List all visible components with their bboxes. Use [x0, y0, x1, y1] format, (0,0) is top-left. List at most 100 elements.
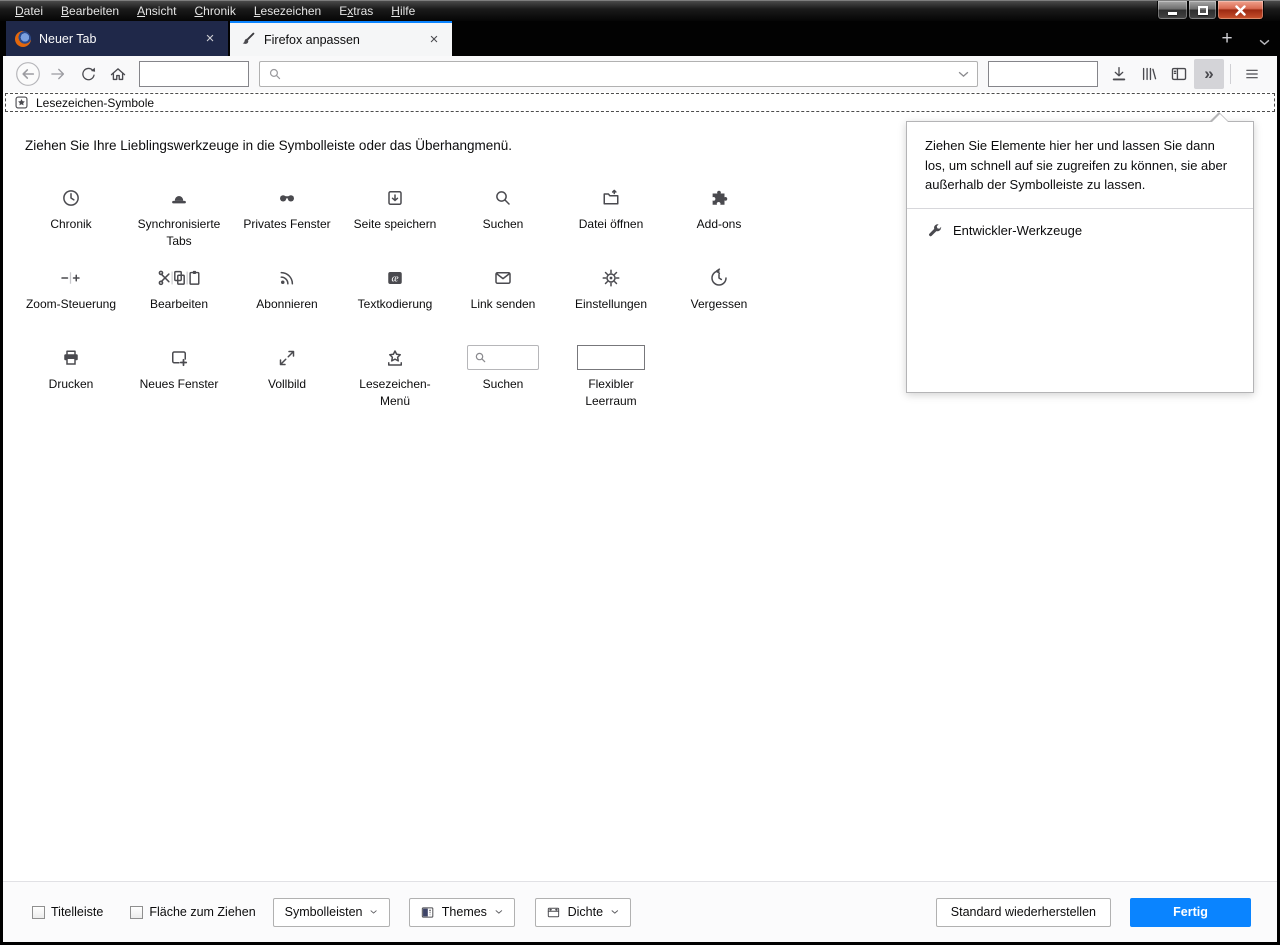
menu-bearbeiten[interactable]: Bearbeiten: [52, 2, 128, 20]
palette-item-seite-speichern[interactable]: Seite speichern: [341, 176, 449, 256]
palette-item-abonnieren[interactable]: Abonnieren: [233, 256, 341, 336]
overflow-menu-button[interactable]: [1194, 59, 1224, 89]
palette-item-datei-oeffnen[interactable]: Datei öffnen: [557, 176, 665, 256]
themes-dropdown[interactable]: Themes: [408, 897, 515, 927]
palette-item-chronik[interactable]: Chronik: [17, 176, 125, 256]
clock-icon: [61, 184, 81, 211]
svg-text:æ: æ: [391, 273, 398, 284]
bookmarks-toolbar: Lesezeichen-Symbole: [3, 92, 1277, 114]
dropdown-label: Symbolleisten: [284, 905, 363, 919]
restore-defaults-button[interactable]: Standard wiederherstellen: [935, 897, 1111, 927]
palette-item-neues-fenster[interactable]: Neues Fenster: [125, 336, 233, 416]
tab-title: Firefox anpassen: [264, 32, 360, 47]
new-tab-button[interactable]: [1214, 28, 1240, 50]
home-button[interactable]: [103, 59, 133, 89]
palette-item-bearbeiten[interactable]: Bearbeiten: [125, 256, 233, 336]
paintbrush-icon: [242, 32, 255, 44]
address-bar[interactable]: [259, 61, 978, 87]
close-tab-icon[interactable]: [201, 30, 219, 48]
sidebar-button[interactable]: [1164, 59, 1194, 89]
palette-item-suchleiste[interactable]: Suchen: [449, 336, 557, 416]
back-button[interactable]: [13, 59, 43, 89]
bookmarks-toolbar-label: Lesezeichen-Symbole: [36, 95, 155, 110]
palette-item-add-ons[interactable]: Add-ons: [665, 176, 773, 256]
chevron-down-icon: [611, 910, 619, 914]
sidebar-icon: [1171, 67, 1187, 81]
printer-icon: [61, 344, 81, 371]
palette-item-flexibler-leerraum[interactable]: Flexibler Leerraum: [557, 336, 665, 416]
download-button[interactable]: [1104, 59, 1134, 89]
palette-item-link-senden[interactable]: Link senden: [449, 256, 557, 336]
dragspace-checkbox[interactable]: [130, 905, 144, 919]
flexible-space[interactable]: [139, 61, 249, 87]
tab-firefox-anpassen[interactable]: Firefox anpassen: [230, 21, 452, 56]
menu-hilfe[interactable]: Hilfe: [382, 2, 424, 20]
palette-item-zoom-steuerung[interactable]: Zoom-Steuerung: [17, 256, 125, 336]
close-tab-icon[interactable]: [425, 31, 443, 49]
overflow-item-entwickler-werkzeuge[interactable]: Entwickler-Werkzeuge: [907, 209, 1253, 253]
customize-footer: Titelleiste Fläche zum Ziehen Symbolleis…: [3, 881, 1277, 942]
tab-neuer-tab[interactable]: Neuer Tab: [6, 21, 228, 56]
palette-item-vergessen[interactable]: Vergessen: [665, 256, 773, 336]
overflow-panel[interactable]: Ziehen Sie Elemente hier her und lassen …: [906, 112, 1254, 393]
zoom-minus-plus-icon: [58, 264, 84, 291]
titlebar: Datei Bearbeiten Ansicht Chronik Lesezei…: [0, 0, 1280, 21]
menu-datei[interactable]: Datei: [6, 2, 52, 20]
density-icon: [547, 907, 559, 917]
dragspace-checkbox-row[interactable]: Fläche zum Ziehen: [130, 905, 256, 919]
palette-item-synchronisierte-tabs[interactable]: Synchronisierte Tabs: [125, 176, 233, 256]
rss-icon: [277, 264, 297, 291]
menu-extras[interactable]: Extras: [330, 2, 382, 20]
palette-item-drucken[interactable]: Drucken: [17, 336, 125, 416]
maximize-button[interactable]: [1188, 1, 1217, 20]
fullscreen-arrows-icon: [277, 344, 297, 371]
palette-item-vollbild[interactable]: Vollbild: [233, 336, 341, 416]
density-dropdown[interactable]: Dichte: [534, 897, 631, 927]
close-window-button[interactable]: [1217, 1, 1264, 20]
overflow-item-label: Entwickler-Werkzeuge: [953, 223, 1083, 238]
firefox-logo-icon: [15, 30, 31, 47]
palette-item-suchen[interactable]: Suchen: [449, 176, 557, 256]
palette-item-textkodierung[interactable]: æ Textkodierung: [341, 256, 449, 336]
envelope-icon: [493, 264, 513, 291]
search-field-widget: [467, 344, 539, 371]
titlebar-checkbox[interactable]: [32, 905, 45, 919]
forward-icon: [51, 68, 65, 80]
main-menu-button[interactable]: [1237, 59, 1267, 89]
done-button[interactable]: Fertig: [1130, 897, 1251, 927]
library-button[interactable]: [1134, 59, 1164, 89]
menu-lesezeichen[interactable]: Lesezeichen: [245, 2, 330, 20]
minimize-button[interactable]: [1157, 1, 1188, 20]
puzzle-icon: [709, 184, 729, 211]
forward-button[interactable]: [43, 59, 73, 89]
overflow-panel-text: Ziehen Sie Elemente hier her und lassen …: [925, 138, 1228, 192]
reload-button[interactable]: [73, 59, 103, 89]
flexible-space-widget: [577, 344, 645, 371]
save-page-icon: [385, 184, 405, 211]
open-file-icon: [601, 184, 621, 211]
flexible-space[interactable]: [988, 61, 1098, 87]
palette-item-einstellungen[interactable]: Einstellungen: [557, 256, 665, 336]
menu-ansicht[interactable]: Ansicht: [128, 2, 185, 20]
dropdown-label: Themes: [441, 905, 487, 919]
search-icon: [269, 68, 281, 80]
palette-item-privates-fenster[interactable]: Privates Fenster: [233, 176, 341, 256]
history-back-clock-icon: [709, 264, 729, 291]
bookmark-star-menu-icon: [385, 344, 405, 371]
palette-item-lesezeichen-menue[interactable]: Lesezeichen-Menü: [341, 336, 449, 416]
overflow-chevrons-icon: [1204, 64, 1213, 84]
dropdown-label: Dichte: [567, 905, 604, 919]
toolbars-dropdown[interactable]: Symbolleisten: [272, 897, 390, 927]
bookmark-star-box-icon: [15, 96, 28, 109]
menu-chronik[interactable]: Chronik: [185, 2, 244, 20]
bookmarks-drop-target[interactable]: Lesezeichen-Symbole: [5, 93, 1275, 112]
wrench-icon: [929, 223, 942, 236]
reload-icon: [81, 67, 95, 80]
chevron-down-icon[interactable]: [958, 71, 969, 78]
search-icon: [493, 184, 513, 211]
customize-area: Ziehen Sie Ihre Lieblingswerkzeuge in di…: [3, 112, 1277, 881]
hamburger-icon: [1246, 69, 1258, 79]
navigation-toolbar: [3, 56, 1277, 92]
list-all-tabs-button[interactable]: [1259, 33, 1270, 51]
titlebar-checkbox-row[interactable]: Titelleiste: [32, 905, 103, 919]
